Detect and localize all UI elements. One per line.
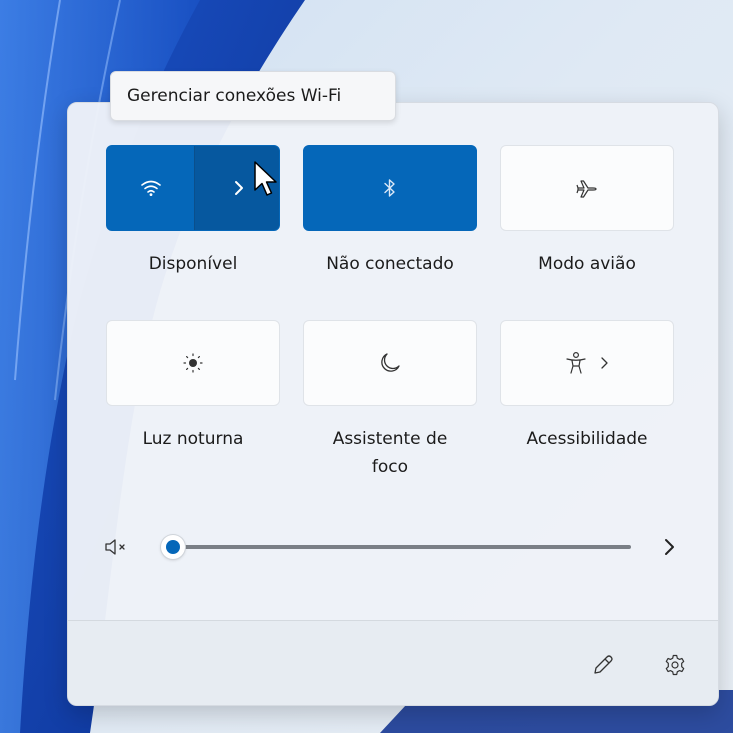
airplane-mode-label: Modo avião (538, 254, 636, 274)
pencil-icon (591, 653, 615, 677)
gear-icon (663, 653, 687, 677)
airplane-mode-tile[interactable] (500, 145, 674, 231)
tooltip: Gerenciar conexões Wi-Fi (110, 71, 396, 121)
volume-slider-thumb[interactable] (161, 535, 185, 559)
bluetooth-label: Não conectado (326, 254, 454, 274)
accessibility-tile[interactable] (500, 320, 674, 406)
focus-assist-tile[interactable] (303, 320, 477, 406)
brightness-icon (181, 351, 205, 375)
chevron-right-icon (599, 356, 609, 370)
focus-assist-label-line2: foco (371, 457, 409, 477)
focus-assist-label-line1: Assistente de (332, 429, 448, 449)
wifi-label: Disponível (148, 254, 238, 274)
settings-button[interactable] (659, 649, 691, 681)
wifi-icon (140, 179, 162, 197)
volume-slider-track[interactable] (173, 545, 631, 549)
desktop-background: Gerenciar conexões Wi-Fi Disponível Não … (0, 0, 733, 733)
mouse-cursor (254, 161, 277, 196)
wifi-toggle-button[interactable] (107, 146, 194, 230)
panel-footer (68, 620, 718, 705)
bluetooth-icon (383, 178, 397, 198)
quick-settings-panel: Disponível Não conectado Modo avião Luz … (67, 102, 719, 706)
speaker-muted-icon[interactable] (103, 535, 137, 559)
focus-assist-label: Assistente de foco (290, 425, 490, 481)
edit-quick-settings-button[interactable] (587, 649, 619, 681)
tooltip-text: Gerenciar conexões Wi-Fi (127, 86, 342, 106)
chevron-right-icon (232, 179, 246, 197)
airplane-icon (576, 178, 598, 198)
moon-icon (379, 352, 401, 374)
chevron-right-icon[interactable] (657, 535, 681, 559)
accessibility-icon (565, 351, 587, 375)
bluetooth-tile[interactable] (303, 145, 477, 231)
accessibility-label: Acessibilidade (526, 429, 648, 449)
night-light-tile[interactable] (106, 320, 280, 406)
night-light-label: Luz noturna (142, 429, 244, 449)
